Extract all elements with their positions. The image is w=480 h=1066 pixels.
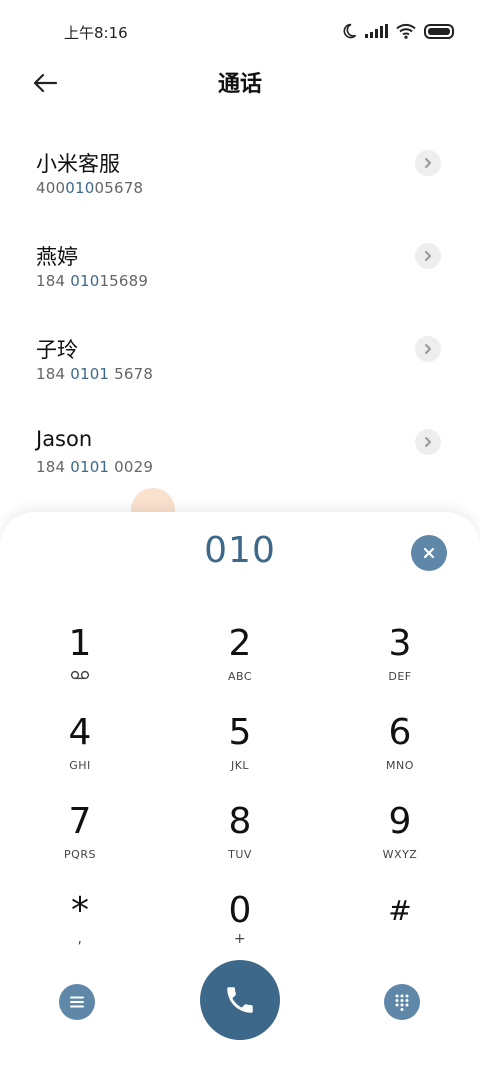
header: 通话 (0, 62, 480, 104)
wifi-icon (396, 23, 416, 39)
key-hash[interactable]: # (320, 891, 480, 971)
key-digit: * (71, 890, 89, 931)
contact-row[interactable]: 子玲 184 0101 5678 (0, 316, 480, 409)
key-letters: PQRS (64, 848, 96, 861)
contact-name: 小米客服 (36, 152, 120, 176)
key-letters (0, 670, 160, 684)
contact-name: Jason (36, 427, 93, 451)
voicemail-icon (70, 670, 90, 680)
key-letters: + (233, 931, 247, 947)
key-3[interactable]: 3 DEF (320, 624, 480, 704)
key-8[interactable]: 8 TUV (160, 802, 320, 882)
contact-row[interactable]: 小米客服 40001005678 (0, 130, 480, 223)
menu-icon (70, 996, 84, 1008)
key-digit: 2 (228, 623, 252, 664)
chevron-right-icon (425, 251, 431, 261)
status-icons (341, 22, 454, 40)
chevron-right-icon (425, 437, 431, 447)
contact-number: 184 0101 5678 (36, 365, 154, 383)
close-icon (423, 547, 435, 559)
key-letters: ABC (227, 670, 253, 683)
key-letters: JKL (230, 759, 250, 772)
key-digit: 5 (228, 712, 252, 753)
key-letters (320, 937, 480, 951)
key-digit: 9 (388, 801, 412, 842)
contact-row[interactable]: 燕婷 184 01015689 (0, 223, 480, 316)
key-digit: 4 (68, 712, 92, 753)
signal-icon (365, 24, 388, 38)
page-title: 通话 (217, 72, 262, 97)
key-star[interactable]: * , (0, 891, 160, 971)
key-0[interactable]: 0 + (160, 891, 320, 971)
dialpad-sheet: 010 1 2 ABC 3 DEF 4 GHI 5 JKL 6 MNO 7 PQ… (0, 512, 480, 1066)
contact-row[interactable]: Jason 184 0101 0029 (0, 409, 480, 502)
keypad-toggle-button[interactable] (384, 984, 420, 1020)
call-button[interactable] (200, 960, 280, 1040)
contact-name: 子玲 (36, 338, 78, 362)
chevron-right-icon (425, 344, 431, 354)
key-letters: , (77, 931, 83, 947)
key-7[interactable]: 7 PQRS (0, 802, 160, 882)
status-time: 上午8:16 (64, 24, 128, 42)
keypad-icon (395, 994, 409, 1011)
contact-number: 40001005678 (36, 179, 144, 197)
contact-detail-button[interactable] (415, 336, 441, 362)
key-digit: 3 (388, 623, 412, 664)
key-digit: 6 (388, 712, 412, 753)
key-1[interactable]: 1 (0, 624, 160, 704)
contact-detail-button[interactable] (415, 429, 441, 455)
dialpad-actions (0, 960, 480, 1044)
menu-button[interactable] (59, 984, 95, 1020)
chevron-right-icon (425, 158, 431, 168)
key-digit: 7 (68, 801, 92, 842)
key-9[interactable]: 9 WXYZ (320, 802, 480, 882)
key-letters: WXYZ (382, 848, 418, 861)
key-6[interactable]: 6 MNO (320, 713, 480, 793)
key-5[interactable]: 5 JKL (160, 713, 320, 793)
key-letters: GHI (69, 759, 91, 772)
contact-detail-button[interactable] (415, 150, 441, 176)
contact-results: 小米客服 40001005678 燕婷 184 01015689 子玲 184 … (0, 130, 480, 502)
key-digit: # (388, 894, 412, 927)
contact-detail-button[interactable] (415, 243, 441, 269)
key-letters: DEF (388, 670, 412, 683)
phone-icon (227, 987, 253, 1013)
moon-icon (343, 23, 357, 39)
key-letters: TUV (228, 848, 252, 861)
key-2[interactable]: 2 ABC (160, 624, 320, 704)
key-digit: 1 (68, 623, 92, 664)
battery-icon (424, 23, 454, 39)
dialed-number: 010 (204, 530, 276, 571)
key-4[interactable]: 4 GHI (0, 713, 160, 793)
key-digit: 8 (228, 801, 252, 842)
clear-button[interactable] (411, 535, 447, 571)
key-letters: MNO (386, 759, 414, 772)
key-digit: 0 (228, 890, 252, 931)
status-bar: 上午8:16 (0, 0, 480, 62)
contact-name: 燕婷 (36, 245, 78, 269)
contact-number: 184 01015689 (36, 272, 149, 290)
contact-number: 184 0101 0029 (36, 458, 154, 476)
